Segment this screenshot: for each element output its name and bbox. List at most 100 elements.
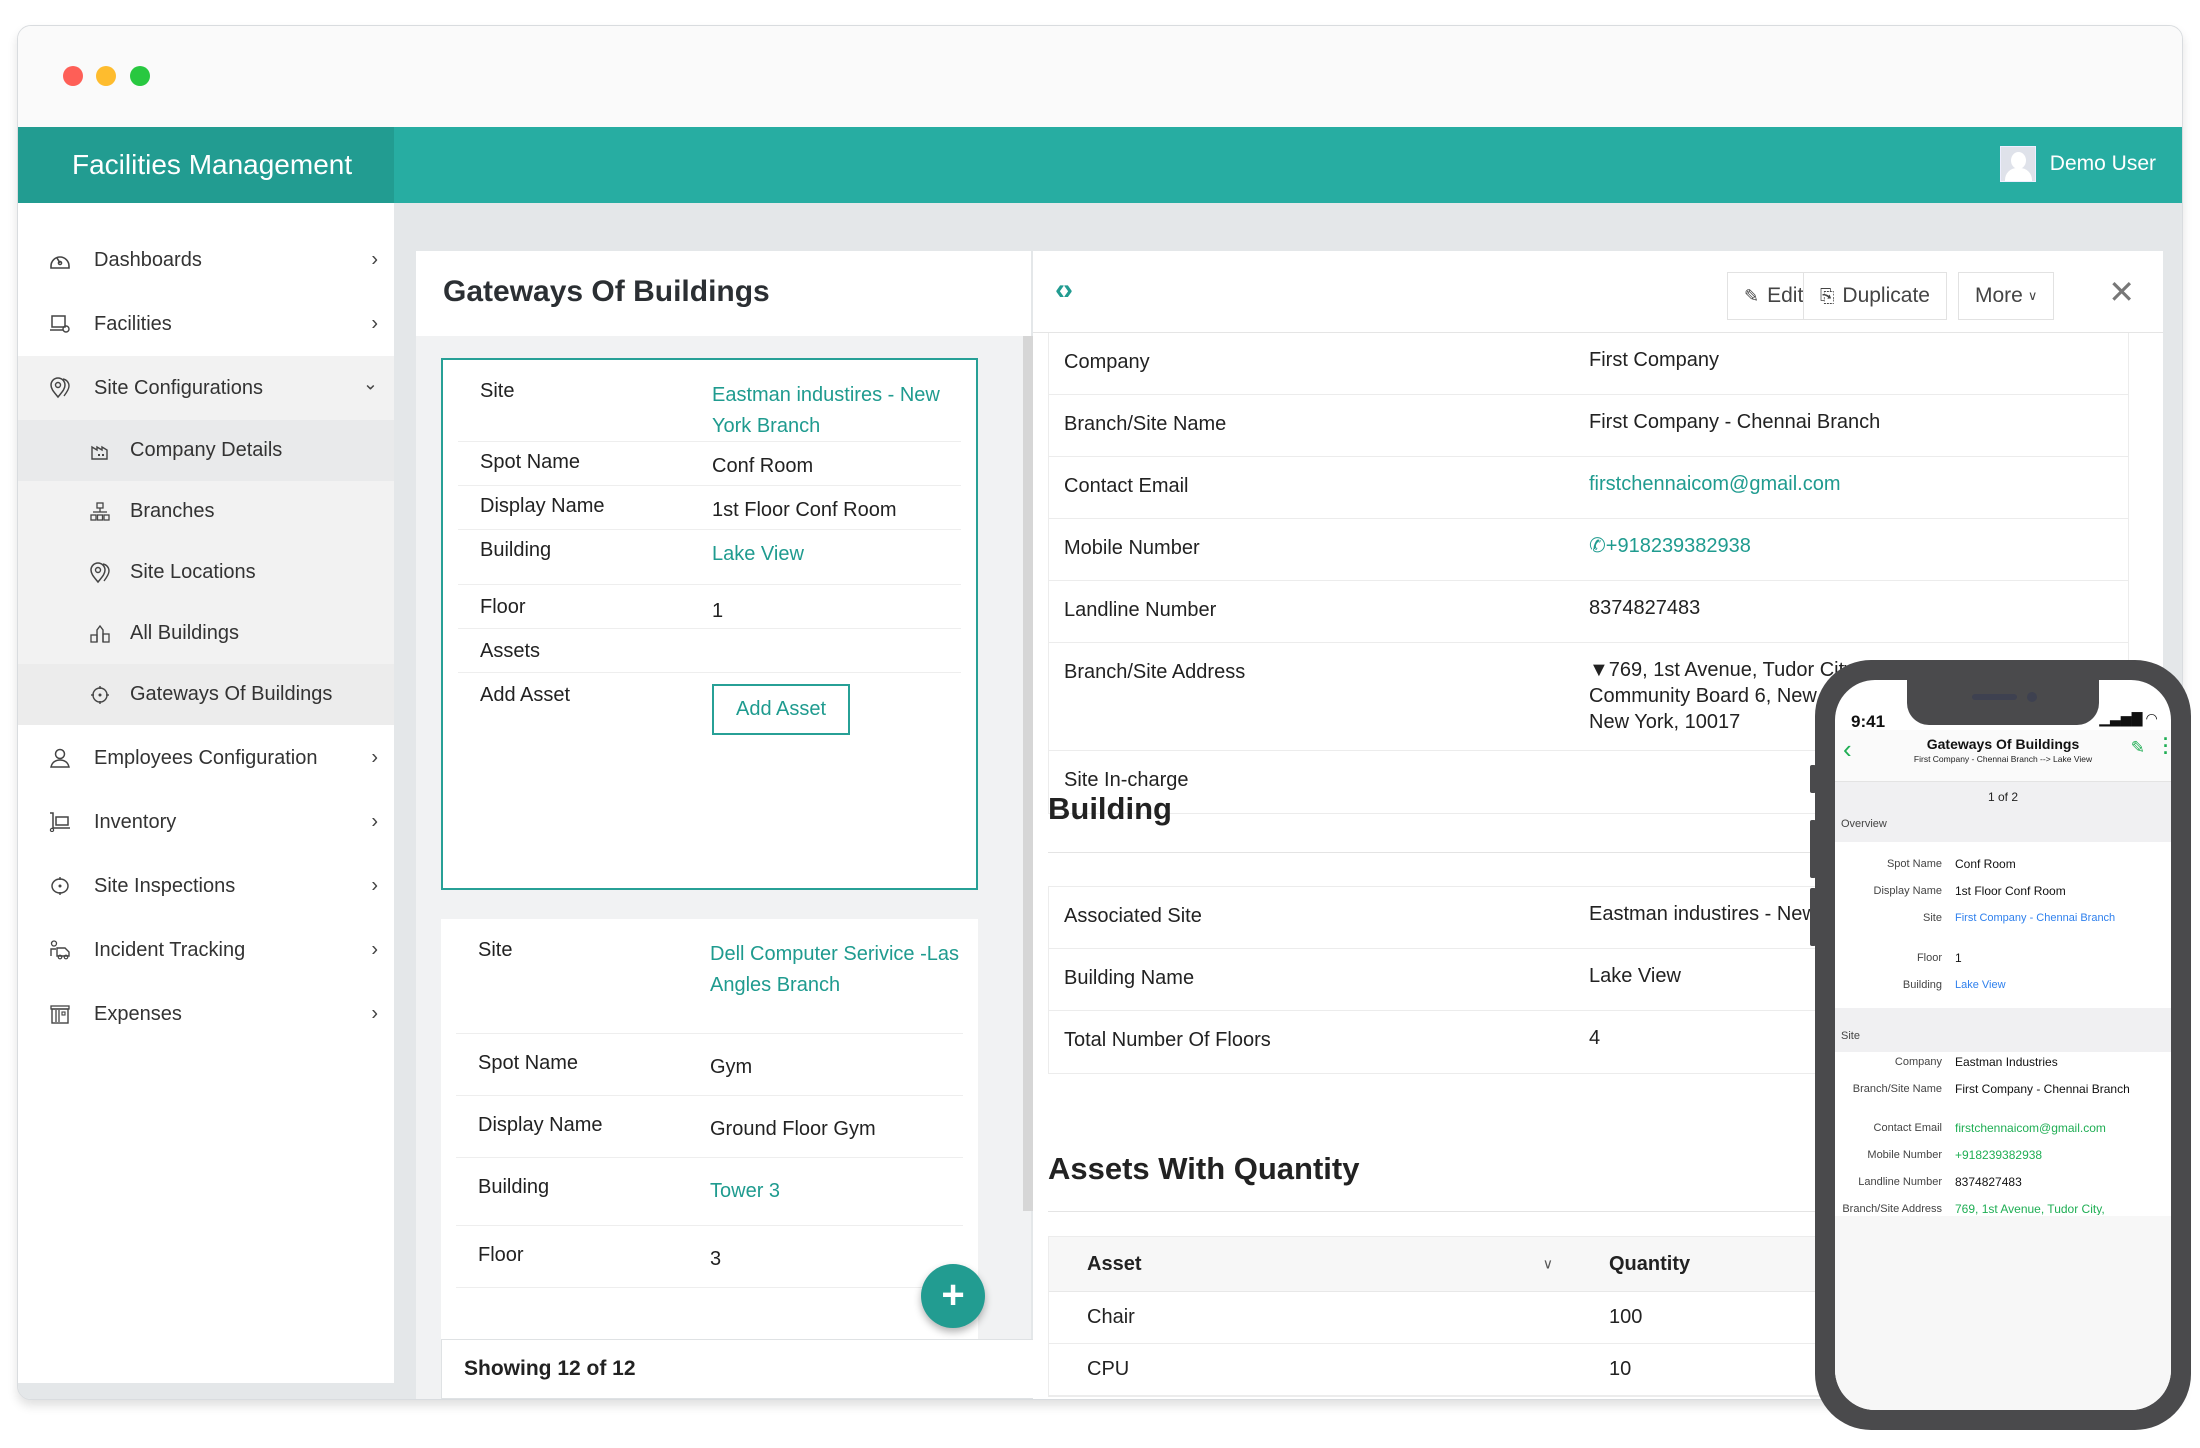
chevron-right-icon: ›: [371, 938, 378, 961]
phone-field: Building Lake View: [1835, 977, 2171, 993]
add-record-fab[interactable]: +: [921, 1264, 985, 1328]
phone-mockup: 9:41 ▁▃▅▇ ◠ ‹ Gateways Of Buildings Firs…: [1810, 660, 2191, 1430]
phone-icon: ✆: [1589, 535, 1606, 557]
phone-site-header: Site: [1835, 1008, 2171, 1052]
phone-link[interactable]: +918239382938: [1955, 1147, 2171, 1163]
pencil-icon[interactable]: ✎: [2131, 738, 2145, 758]
record-card[interactable]: Site Dell Computer Serivice -Las Angles …: [441, 919, 978, 1339]
chevron-down-icon[interactable]: ∨: [1543, 1256, 1553, 1273]
close-window-button[interactable]: [63, 66, 83, 86]
field-site: Site Dell Computer Serivice -Las Angles …: [456, 919, 963, 1034]
add-asset-button[interactable]: Add Asset: [712, 684, 851, 735]
phone-link[interactable]: ✆+918239382938: [1589, 519, 2128, 580]
phone-field: Landline Number 8374827483: [1858, 1175, 2022, 1189]
chevron-down-icon: ∨: [2027, 288, 2038, 303]
detail-toolbar: ‹› ✎ Edit ⎘ Duplicate More ∨ ✕: [1033, 251, 2163, 333]
building-link[interactable]: Tower 3: [710, 1176, 963, 1225]
sidebar-item-label: Site Configurations: [94, 376, 263, 399]
close-icon[interactable]: ✕: [2108, 273, 2135, 311]
sidebar-item-inventory[interactable]: Inventory ›: [18, 790, 394, 854]
detail-row: Contact Email firstchennaicom@gmail.com: [1049, 457, 2128, 519]
user-icon: [48, 746, 72, 770]
status-time: 9:41: [1851, 712, 1886, 731]
sidebar-item-company-details[interactable]: Company Details: [18, 420, 394, 481]
sidebar-item-branches[interactable]: Branches: [18, 481, 394, 542]
site-link[interactable]: Dell Computer Serivice -Las Angles Branc…: [710, 939, 963, 1033]
chevron-right-icon: ›: [371, 248, 378, 271]
record-card-selected[interactable]: Site Eastman industires - New York Branc…: [441, 358, 978, 890]
factory-icon: [88, 439, 112, 463]
building-section-title: Building: [1048, 791, 1172, 826]
app-brand[interactable]: Facilities Management: [18, 127, 394, 203]
phone-camera: [2027, 692, 2037, 702]
more-button[interactable]: More ∨: [1958, 272, 2055, 320]
avatar-icon: [1999, 146, 2036, 182]
sidebar-item-site-configurations[interactable]: Site Configurations ⌄: [18, 356, 394, 420]
sidebar-item-label: Site Inspections: [94, 874, 236, 897]
phone-volume-down: [1810, 888, 1816, 946]
field-add-asset: Add Asset Add Asset: [458, 673, 961, 743]
column-asset[interactable]: Asset ∨: [1049, 1253, 1609, 1276]
address-link[interactable]: 769, 1st Avenue, Tudor City,: [1955, 1201, 2171, 1215]
minimize-window-button[interactable]: [96, 66, 116, 86]
duplicate-button[interactable]: ⎘ Duplicate: [1803, 272, 1947, 320]
field-display-name: Display Name Ground Floor Gym: [456, 1096, 963, 1158]
crosshair-icon: [48, 874, 72, 898]
sidebar-item-site-locations[interactable]: Site Locations: [18, 542, 394, 603]
field-display-name: Display Name 1st Floor Conf Room: [458, 486, 961, 530]
sidebar-item-label: Company Details: [130, 439, 283, 461]
user-name: Demo User: [2049, 152, 2156, 175]
sidebar-item-facilities[interactable]: Facilities ›: [18, 292, 394, 356]
field-spot-name: Spot Name Gym: [456, 1034, 963, 1096]
sidebar-item-label: Gateways Of Buildings: [130, 683, 333, 705]
field-assets: Assets: [458, 629, 961, 673]
field-floor: Floor 3: [456, 1226, 963, 1288]
detail-row: Company First Company: [1049, 333, 2128, 395]
phone-field: Floor 1: [1916, 951, 1962, 965]
field-site: Site Eastman industires - New York Branc…: [458, 360, 961, 442]
sidebar-item-expenses[interactable]: Expenses ›: [18, 982, 394, 1046]
sidebar-item-incident-tracking[interactable]: Incident Tracking ›: [18, 918, 394, 982]
sidebar-item-site-inspections[interactable]: Site Inspections ›: [18, 854, 394, 918]
email-link[interactable]: firstchennaicom@gmail.com: [1955, 1120, 2171, 1136]
sidebar-item-all-buildings[interactable]: All Buildings: [18, 603, 394, 664]
sidebar-item-label: Facilities: [94, 312, 172, 335]
more-vertical-icon[interactable]: · · ·: [2163, 730, 2169, 762]
assets-section-title: Assets With Quantity: [1048, 1151, 1360, 1186]
overview-section-label: Overview: [1841, 818, 1887, 830]
sidebar-item-dashboards[interactable]: Dashboards ›: [18, 228, 394, 292]
sidebar-item-label: Employees Configuration: [94, 746, 318, 769]
phone-bottom-area: [1835, 1216, 2171, 1410]
record-list-panel: Gateways Of Buildings Site Eastman indus…: [416, 251, 1061, 1399]
sidebar-item-employees-configuration[interactable]: Employees Configuration ›: [18, 726, 394, 790]
code-view-icon[interactable]: ‹›: [1055, 273, 1073, 307]
phone-field: Contact Email firstchennaicom@gmail.com: [1835, 1120, 2171, 1136]
pencil-icon: ✎: [1744, 286, 1760, 306]
trolley-icon: [48, 810, 72, 834]
sidebar-item-gateways-of-buildings[interactable]: Gateways Of Buildings: [18, 664, 394, 725]
sidebar-item-label: Site Locations: [130, 561, 256, 583]
phone-field: Branch/Site Address 769, 1st Avenue, Tud…: [1835, 1201, 2171, 1215]
pager-text: 1 of 2: [1987, 790, 2019, 804]
sidebar: Dashboards › Facilities › Site Configura…: [18, 203, 394, 1383]
field-building: Building Lake View: [458, 530, 961, 585]
email-link[interactable]: firstchennaicom@gmail.com: [1589, 457, 2128, 518]
map-pin-icon: [48, 376, 72, 400]
site-link[interactable]: First Company - Chennai Branch: [1955, 910, 2171, 926]
sidebar-item-label: Expenses: [94, 1002, 182, 1025]
site-link[interactable]: Eastman industires - New York Branch: [712, 380, 961, 441]
building-link[interactable]: Lake View: [1955, 977, 2171, 993]
phone-field: Company Eastman Industries: [1894, 1055, 2058, 1069]
window-titlebar: [18, 26, 2182, 127]
maximize-window-button[interactable]: [130, 66, 150, 86]
phone-field: Display Name 1st Floor Conf Room: [1873, 884, 2066, 898]
chevron-down-icon: ⌄: [362, 373, 378, 394]
detail-row: Mobile Number ✆+918239382938: [1049, 519, 2128, 581]
user-menu[interactable]: Demo User: [1999, 145, 2156, 183]
list-header: Gateways Of Buildings: [416, 251, 1031, 336]
phone-field: Branch/Site Name First Company - Chennai…: [1852, 1082, 2130, 1096]
phone-breadcrumb: First Company - Chennai Branch --> Lake …: [1913, 754, 2093, 764]
building-link[interactable]: Lake View: [712, 539, 961, 584]
chevron-right-icon: ›: [371, 810, 378, 833]
crosshair-icon: [88, 683, 112, 707]
